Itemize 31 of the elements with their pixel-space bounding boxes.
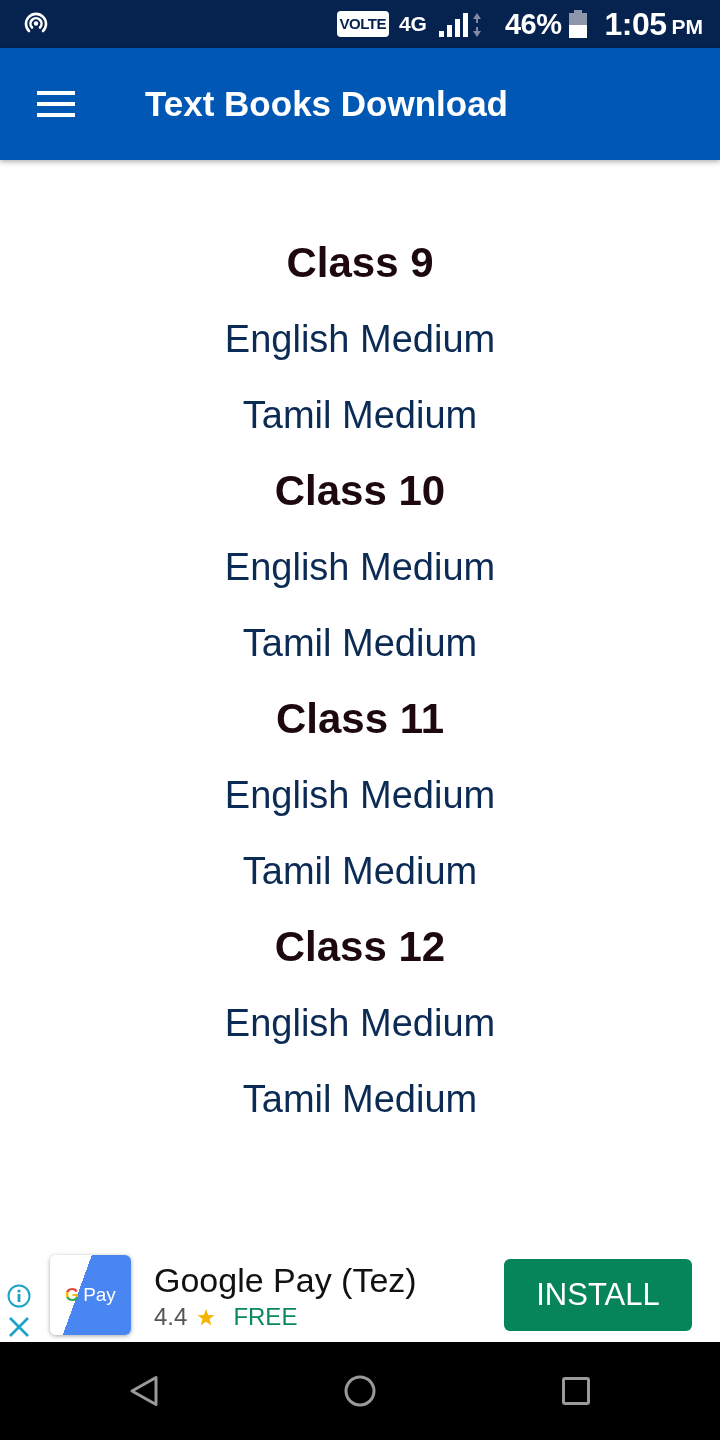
recent-apps-icon[interactable] bbox=[562, 1377, 590, 1405]
class-heading: Class 11 bbox=[275, 694, 445, 744]
class-heading: Class 12 bbox=[274, 922, 446, 972]
clock-time: 1:05 bbox=[604, 5, 667, 43]
class-heading: Class 9 bbox=[286, 238, 434, 288]
close-icon[interactable] bbox=[8, 1316, 30, 1338]
medium-link[interactable]: Tamil Medium bbox=[242, 605, 478, 681]
battery-icon bbox=[569, 10, 588, 38]
install-button[interactable]: INSTALL bbox=[504, 1259, 692, 1331]
app-title: Text Books Download bbox=[145, 84, 508, 124]
medium-link[interactable]: English Medium bbox=[224, 757, 496, 833]
medium-link[interactable]: Tamil Medium bbox=[242, 1061, 478, 1137]
app-name: Google Pay (Tez) bbox=[154, 1260, 417, 1301]
medium-link[interactable]: Tamil Medium bbox=[242, 833, 478, 909]
menu-icon bbox=[37, 91, 75, 117]
network-badge: VOLTE bbox=[336, 11, 389, 37]
medium-link[interactable]: English Medium bbox=[224, 529, 496, 605]
medium-link[interactable]: English Medium bbox=[224, 985, 496, 1061]
battery-percent: 46% bbox=[504, 7, 562, 41]
home-icon[interactable] bbox=[344, 1375, 376, 1407]
class-heading: Class 10 bbox=[274, 466, 446, 516]
medium-link[interactable]: English Medium bbox=[224, 301, 496, 377]
star-icon bbox=[197, 1308, 216, 1326]
clock-period: PM bbox=[671, 15, 703, 39]
info-icon[interactable] bbox=[7, 1284, 31, 1308]
rating-value: 4.4 bbox=[154, 1303, 188, 1331]
medium-link[interactable]: Tamil Medium bbox=[242, 377, 478, 453]
back-icon[interactable] bbox=[129, 1375, 159, 1407]
network-type: 4G bbox=[398, 12, 427, 36]
price-label: FREE bbox=[233, 1303, 298, 1331]
app-logo: G Pay bbox=[50, 1255, 131, 1335]
